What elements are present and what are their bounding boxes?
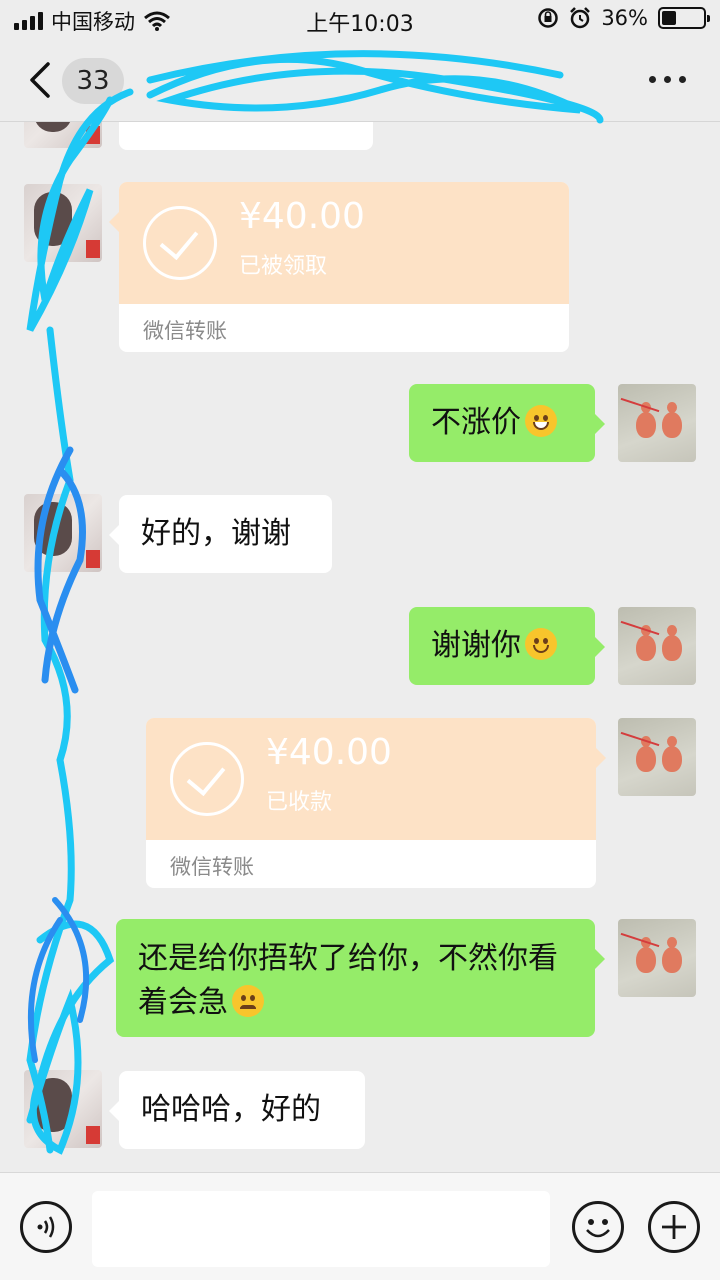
message-text: 好的，谢谢 [141,516,291,551]
voice-icon[interactable] [20,1201,72,1253]
contact-avatar[interactable] [24,1070,102,1148]
grin-emoji-icon [525,405,557,437]
transfer-status: 已收款 [266,790,333,815]
status-right: 36% [537,6,710,30]
transfer-footer: 微信转账 [170,855,254,879]
battery-icon [658,7,710,29]
transfer-amount: ¥40.00 [239,196,365,237]
contact-avatar[interactable] [24,122,102,148]
message-text: 哈哈哈，好的 [141,1092,321,1127]
emoji-icon[interactable] [572,1201,624,1253]
more-dots-icon[interactable] [649,76,686,83]
transfer-footer: 微信转账 [143,319,227,343]
message-text: 谢谢你 [431,628,521,663]
message-bubble-cutoff[interactable] [119,122,373,150]
check-circle-icon [170,742,244,816]
self-avatar[interactable] [618,718,696,796]
contact-avatar[interactable] [24,184,102,262]
self-avatar[interactable] [618,919,696,997]
message-bubble-self[interactable]: 谢谢你 [409,607,605,685]
self-avatar[interactable] [618,384,696,462]
chevron-left-icon[interactable] [26,60,56,100]
check-circle-icon [143,206,217,280]
unread-count-badge[interactable]: 33 [62,58,124,104]
battery-percent: 36% [601,6,648,30]
message-text: 还是给你捂软了给你，不然你看着会急 [138,941,558,1020]
chat-header: 33 [0,40,720,122]
contact-avatar[interactable] [24,494,102,572]
message-bubble-self[interactable]: 不涨价 [409,384,605,462]
chat-messages[interactable]: ¥40.00 已被领取 微信转账 不涨价 好的，谢谢 谢谢你 ¥40.00 已收… [0,122,720,1172]
message-input[interactable] [92,1191,550,1267]
self-avatar[interactable] [618,607,696,685]
battery-fill [662,11,677,25]
message-bubble-other[interactable]: 好的，谢谢 [109,495,332,573]
alarm-icon [570,7,591,29]
input-bar [0,1172,720,1280]
transfer-status: 已被领取 [239,254,328,279]
transfer-card-received[interactable]: ¥40.00 已被领取 微信转账 [109,182,569,352]
message-text: 不涨价 [431,405,521,440]
orientation-lock-icon [538,8,559,28]
transfer-amount: ¥40.00 [266,732,392,773]
smile-emoji-icon [525,628,557,660]
thinking-emoji-icon [232,985,264,1017]
transfer-card-sent[interactable]: ¥40.00 已收款 微信转账 [146,718,606,888]
status-bar: 中国移动 上午10:03 36% [0,0,720,40]
message-bubble-self[interactable]: 还是给你捂软了给你，不然你看着会急 [116,919,605,1037]
plus-icon[interactable] [648,1201,700,1253]
message-bubble-other[interactable]: 哈哈哈，好的 [109,1071,365,1149]
